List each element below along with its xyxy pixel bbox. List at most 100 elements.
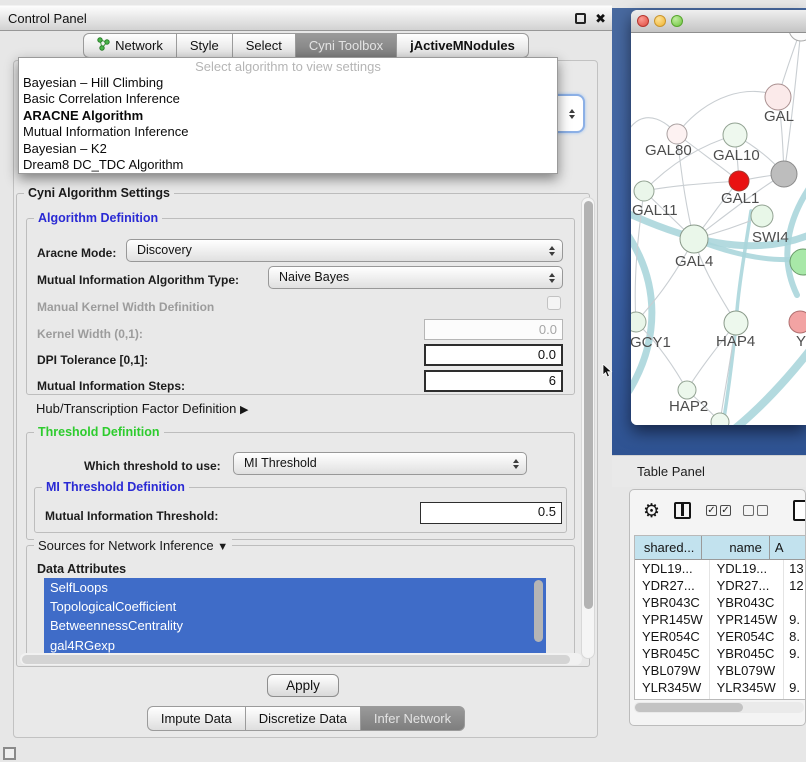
tab-label: Infer Network — [374, 711, 451, 726]
table-row[interactable]: YBL079WYBL079W — [635, 662, 806, 679]
apply-button[interactable]: Apply — [267, 674, 339, 697]
dropdown-item-bayesian-k2[interactable]: Bayesian – K2 — [19, 141, 557, 157]
minimize-traffic-light-icon[interactable] — [654, 15, 666, 27]
manual-kernel-label: Manual Kernel Width Definition — [37, 300, 214, 314]
network-window-titlebar[interactable] — [631, 10, 806, 33]
tab-jactivemnodules[interactable]: jActiveMNodules — [397, 33, 529, 58]
tab-select[interactable]: Select — [233, 33, 296, 58]
table-row[interactable]: YDL19...YDL19...13 — [635, 560, 806, 577]
tab-impute-data[interactable]: Impute Data — [147, 706, 246, 731]
network-node-hap2[interactable] — [678, 381, 696, 399]
deselect-all-checkbox-icon[interactable] — [743, 505, 754, 516]
panel-corner-icon[interactable] — [3, 747, 16, 760]
dropdown-item-aracne-algorithm[interactable]: ARACNE Algorithm — [19, 108, 557, 124]
zoom-traffic-light-icon[interactable] — [671, 15, 683, 27]
network-edge[interactable] — [631, 228, 652, 391]
network-node-gal4[interactable] — [680, 225, 708, 253]
table-cell: YLR345W — [710, 679, 785, 696]
table-cell: 8. — [784, 628, 806, 645]
table-cell: YDR27... — [710, 577, 785, 594]
table-cell: YBL079W — [635, 662, 710, 679]
tab-network[interactable]: Network — [83, 33, 177, 58]
table-cell: YPR145W — [635, 611, 710, 628]
network-node-gal[interactable] — [765, 84, 791, 110]
kernel-width-input[interactable]: 0.0 — [424, 319, 563, 340]
network-edge[interactable] — [727, 345, 806, 425]
close-icon[interactable]: ✖ — [595, 9, 606, 28]
dropdown-item-bayesian-hill-climbing[interactable]: Bayesian – Hill Climbing — [19, 75, 557, 91]
data-attributes-label: Data Attributes — [37, 562, 126, 576]
close-traffic-light-icon[interactable] — [637, 15, 649, 27]
table-row[interactable]: YIL052CYIL052C9 — [635, 696, 806, 700]
hub-section-label: Hub/Transcription Factor Definition — [36, 401, 236, 416]
network-node-swi4[interactable] — [751, 205, 773, 227]
column-header-a[interactable]: A — [770, 536, 806, 559]
combo-stepper-icon — [549, 273, 555, 283]
mi-steps-input[interactable]: 6 — [424, 370, 563, 392]
table-row[interactable]: YBR045CYBR045C9. — [635, 645, 806, 662]
attribute-item-gal4rgexp[interactable]: gal4RGexp — [44, 636, 546, 655]
manual-kernel-checkbox[interactable] — [547, 296, 561, 310]
float-panel-icon[interactable] — [575, 13, 586, 24]
tab-cyni-toolbox[interactable]: Cyni Toolbox — [296, 33, 397, 58]
dropdown-item-mutual-information-inference[interactable]: Mutual Information Inference — [19, 124, 557, 140]
new-table-icon[interactable] — [793, 500, 806, 521]
columns-icon[interactable] — [674, 502, 691, 519]
attributes-list-scrollbar[interactable] — [534, 580, 543, 642]
table-row[interactable]: YLR345WYLR345W9. — [635, 679, 806, 696]
gear-icon[interactable]: ⚙ — [643, 499, 660, 525]
dpi-tolerance-input[interactable]: 0.0 — [424, 344, 563, 366]
dropdown-item-dream8-dc-tdc-algorithm[interactable]: Dream8 DC_TDC Algorithm — [19, 157, 557, 173]
network-canvas-svg[interactable]: GALGAL80GAL10GAL1GAL11SWI4GAL4GCY1HAP4YH… — [631, 33, 806, 425]
which-threshold-value: MI Threshold — [244, 456, 317, 470]
algorithm-definition-title: Algorithm Definition — [34, 211, 162, 225]
table-horizontal-scrollbar[interactable] — [634, 702, 804, 713]
network-node-y[interactable] — [789, 311, 806, 333]
aracne-mode-select[interactable]: Discovery — [126, 239, 563, 262]
select-all-checkbox-icon2[interactable]: ✓ — [720, 505, 731, 516]
select-all-checkbox-icon[interactable]: ✓ — [706, 505, 717, 516]
table-cell: YIL052C — [710, 696, 785, 700]
network-node[interactable] — [771, 161, 797, 187]
combo-stepper-icon — [569, 109, 575, 119]
table-panel-titlebar: Table Panel — [612, 455, 806, 487]
attribute-item-selfloops[interactable]: SelfLoops — [44, 578, 546, 597]
tab-discretize-data[interactable]: Discretize Data — [246, 706, 361, 731]
which-threshold-select[interactable]: MI Threshold — [233, 452, 527, 475]
hub-section-toggle[interactable]: Hub/Transcription Factor Definition ▶ — [36, 401, 248, 416]
table-cell: YBL079W — [710, 662, 785, 679]
column-header-name[interactable]: name — [702, 536, 769, 559]
table-row[interactable]: YBR043CYBR043C — [635, 594, 806, 611]
dropdown-item-basic-correlation-inference[interactable]: Basic Correlation Inference — [19, 91, 557, 107]
tab-infer-network[interactable]: Infer Network — [361, 706, 465, 731]
network-node-gal11[interactable] — [634, 181, 654, 201]
table-row[interactable]: YER054CYER054C8. — [635, 628, 806, 645]
network-node-gcy1[interactable] — [631, 312, 646, 332]
settings-group-title: Cyni Algorithm Settings — [24, 186, 174, 200]
deselect-all-checkbox-icon2[interactable] — [757, 505, 768, 516]
network-node[interactable] — [790, 249, 806, 275]
tab-label: Style — [190, 38, 219, 53]
dropdown-placeholder: Select algorithm to view settings — [19, 58, 557, 75]
table-row[interactable]: YDR27...YDR27...12 — [635, 577, 806, 594]
mi-algorithm-type-select[interactable]: Naive Bayes — [268, 266, 563, 289]
mi-type-value: Naive Bayes — [279, 270, 349, 284]
tab-style[interactable]: Style — [177, 33, 233, 58]
sources-group-title[interactable]: Sources for Network Inference ▼ — [34, 538, 232, 553]
tab-label: jActiveMNodules — [410, 38, 515, 53]
settings-horizontal-scrollbar[interactable] — [20, 653, 582, 665]
network-node[interactable] — [789, 33, 806, 41]
table-row[interactable]: YPR145WYPR145W9. — [635, 611, 806, 628]
attribute-item-topologicalcoefficient[interactable]: TopologicalCoefficient — [44, 597, 546, 616]
tab-label: Select — [246, 38, 282, 53]
column-header-shared[interactable]: shared... — [635, 536, 702, 559]
network-node-gal1[interactable] — [729, 171, 749, 191]
settings-vertical-scrollbar[interactable] — [581, 197, 595, 659]
network-node-hap4[interactable] — [724, 311, 748, 335]
combo-stepper-icon — [549, 246, 555, 256]
network-node-gal10[interactable] — [723, 123, 747, 147]
table-cell — [784, 594, 806, 611]
attribute-item-betweennesscentrality[interactable]: BetweennessCentrality — [44, 616, 546, 635]
mi-threshold-input[interactable]: 0.5 — [420, 502, 562, 524]
network-node-gal80[interactable] — [667, 124, 687, 144]
